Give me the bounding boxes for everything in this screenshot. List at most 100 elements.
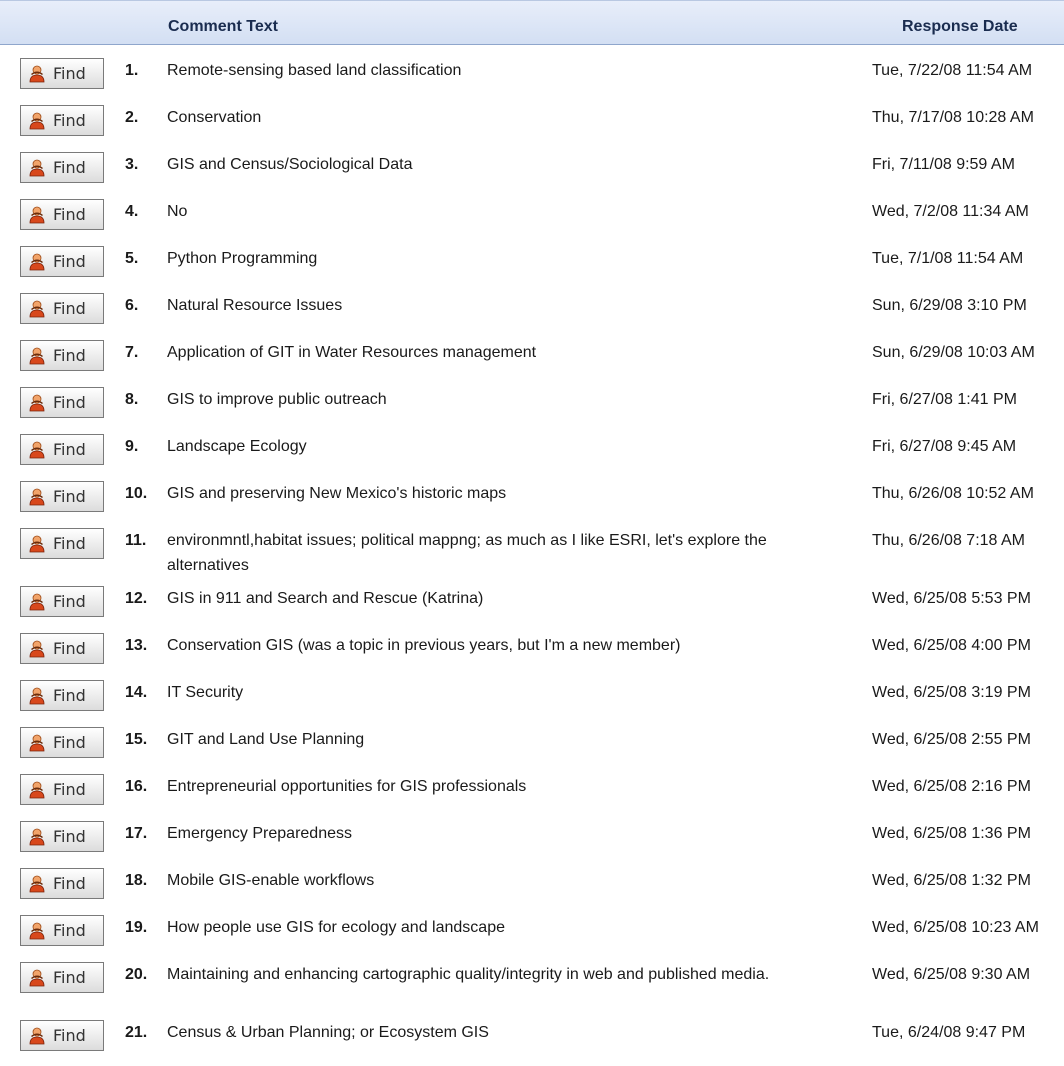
person-icon xyxy=(29,65,45,82)
find-button-label: Find xyxy=(53,827,86,846)
find-button[interactable]: Find xyxy=(20,680,104,711)
comment-text: Emergency Preparedness xyxy=(167,825,352,842)
row-number: 2. xyxy=(125,109,139,126)
row-number: 10. xyxy=(125,485,148,502)
find-button[interactable]: Find xyxy=(20,58,104,89)
table-row: Find 20. Maintaining and enhancing cartogr… xyxy=(0,950,1064,1008)
row-number: 15. xyxy=(125,731,148,748)
person-icon xyxy=(29,593,45,610)
table-row: Find 3. GIS and Census/Sociological Data Fr… xyxy=(0,140,1064,187)
find-button-label: Find xyxy=(53,639,86,658)
comment-text: Mobile GIS-enable workflows xyxy=(167,872,375,889)
find-button[interactable]: Find xyxy=(20,915,104,946)
response-date: Wed, 6/25/08 10:23 AM xyxy=(872,919,1039,936)
find-button-label: Find xyxy=(53,874,86,893)
row-number: 7. xyxy=(125,344,139,361)
find-button[interactable]: Find xyxy=(20,727,104,758)
table-row: Find 16. Entrepreneurial opportunities for… xyxy=(0,762,1064,809)
find-button[interactable]: Find xyxy=(20,246,104,277)
row-number: 6. xyxy=(125,297,139,314)
row-number: 5. xyxy=(125,250,139,267)
person-icon xyxy=(29,300,45,317)
person-icon xyxy=(29,734,45,751)
response-date: Tue, 7/22/08 11:54 AM xyxy=(872,62,1033,79)
comment-text: GIS in 911 and Search and Rescue (Katrin… xyxy=(167,590,484,607)
row-number: 14. xyxy=(125,684,148,701)
find-button[interactable]: Find xyxy=(20,152,104,183)
response-date: Fri, 6/27/08 9:45 AM xyxy=(872,438,1017,455)
comment-text: environmntl,habitat issues; political ma… xyxy=(167,532,767,574)
find-button-label: Find xyxy=(53,780,86,799)
response-date: Thu, 6/26/08 10:52 AM xyxy=(872,485,1034,502)
person-icon xyxy=(29,441,45,458)
person-icon xyxy=(29,922,45,939)
find-button[interactable]: Find xyxy=(20,481,104,512)
response-date: Tue, 7/1/08 11:54 AM xyxy=(872,250,1024,267)
row-number: 17. xyxy=(125,825,148,842)
person-icon xyxy=(29,535,45,552)
find-button[interactable]: Find xyxy=(20,387,104,418)
response-date: Wed, 6/25/08 1:36 PM xyxy=(872,825,1031,842)
find-button-label: Find xyxy=(53,686,86,705)
person-icon xyxy=(29,828,45,845)
row-number: 9. xyxy=(125,438,139,455)
comment-text: How people use GIS for ecology and lands… xyxy=(167,919,505,936)
row-number: 19. xyxy=(125,919,148,936)
table-row: Find 1. Remote-sensing based land classifi… xyxy=(0,46,1064,93)
row-number: 1. xyxy=(125,62,139,79)
comment-text: No xyxy=(167,203,188,220)
response-date: Thu, 6/26/08 7:18 AM xyxy=(872,532,1025,549)
comment-text: Entrepreneurial opportunities for GIS pr… xyxy=(167,778,527,795)
comment-text: GIS and preserving New Mexico's historic… xyxy=(167,485,507,502)
table-row: Find 11. environmntl,habitat issues; polit… xyxy=(0,516,1064,574)
comment-text: Census & Urban Planning; or Ecosystem GI… xyxy=(167,1024,489,1041)
response-date: Fri, 7/11/08 9:59 AM xyxy=(872,156,1015,173)
find-button-label: Find xyxy=(53,733,86,752)
person-icon xyxy=(29,159,45,176)
find-button[interactable]: Find xyxy=(20,105,104,136)
find-button-label: Find xyxy=(53,299,86,318)
person-icon xyxy=(29,394,45,411)
find-button[interactable]: Find xyxy=(20,340,104,371)
find-button-label: Find xyxy=(53,393,86,412)
table-row: Find 15. GIT and Land Use Planning Wed, 6/2… xyxy=(0,715,1064,762)
response-date-column-header[interactable]: Response Date xyxy=(902,18,1018,36)
table-row: Find 7. Application of GIT in Water Resour… xyxy=(0,328,1064,375)
find-button[interactable]: Find xyxy=(20,633,104,664)
find-button[interactable]: Find xyxy=(20,528,104,559)
comment-text: GIS to improve public outreach xyxy=(167,391,387,408)
row-number: 8. xyxy=(125,391,139,408)
response-date: Fri, 6/27/08 1:41 PM xyxy=(872,391,1017,408)
table-row: Find 21. Census & Urban Planning; or Ecosy… xyxy=(0,1008,1064,1055)
find-button[interactable]: Find xyxy=(20,586,104,617)
table-row: Find 13. Conservation GIS (was a topic in … xyxy=(0,621,1064,668)
table-row: Find 9. Landscape Ecology Fri, 6/27/08 9:45… xyxy=(0,422,1064,469)
person-icon xyxy=(29,253,45,270)
comment-text: IT Security xyxy=(167,684,244,701)
comment-text-column-header[interactable]: Comment Text xyxy=(168,18,278,36)
response-date: Sun, 6/29/08 3:10 PM xyxy=(872,297,1027,314)
find-button[interactable]: Find xyxy=(20,1020,104,1051)
table-row: Find 12. GIS in 911 and Search and Rescue … xyxy=(0,574,1064,621)
row-number: 13. xyxy=(125,637,148,654)
find-button[interactable]: Find xyxy=(20,821,104,852)
find-button[interactable]: Find xyxy=(20,293,104,324)
find-button[interactable]: Find xyxy=(20,774,104,805)
person-icon xyxy=(29,1027,45,1044)
comment-text: GIT and Land Use Planning xyxy=(167,731,365,748)
find-button[interactable]: Find xyxy=(20,962,104,993)
find-button-label: Find xyxy=(53,1026,86,1045)
table-row: Find 5. Python Programming Tue, 7/1/08 11:5… xyxy=(0,234,1064,281)
comment-text: Application of GIT in Water Resources ma… xyxy=(167,344,537,361)
table-header: Comment Text Response Date xyxy=(0,0,1064,45)
comments-page: Comment Text Response Date Find 1. Remote-… xyxy=(0,0,1064,1066)
find-button-label: Find xyxy=(53,921,86,940)
comment-text: Natural Resource Issues xyxy=(167,297,343,314)
row-number: 18. xyxy=(125,872,148,889)
find-button[interactable]: Find xyxy=(20,868,104,899)
find-button-label: Find xyxy=(53,205,86,224)
find-button-label: Find xyxy=(53,64,86,83)
find-button[interactable]: Find xyxy=(20,434,104,465)
person-icon xyxy=(29,969,45,986)
find-button[interactable]: Find xyxy=(20,199,104,230)
